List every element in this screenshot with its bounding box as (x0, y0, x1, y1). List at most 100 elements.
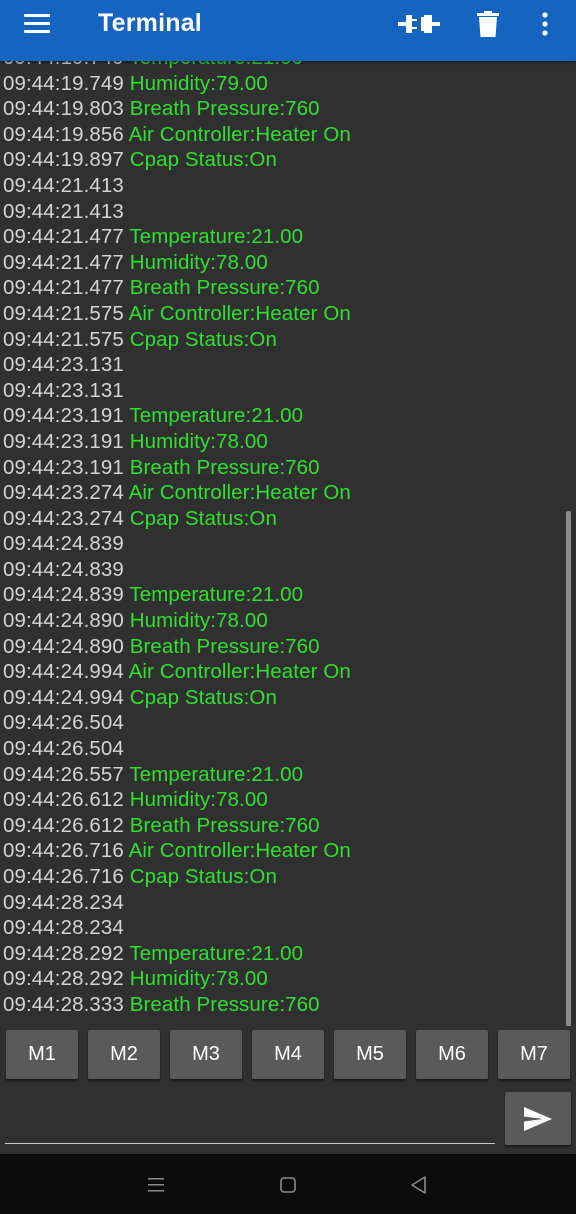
line-message: Cpap Status:On (129, 865, 277, 888)
clear-button[interactable] (466, 6, 510, 42)
page-title: Terminal (98, 9, 202, 37)
terminal-line: 09:44:28.292 Humidity:78.00 (3, 966, 351, 992)
line-timestamp: 09:44:23.274 (3, 481, 124, 505)
terminal-line: 09:44:24.839 Temperature:21.00 (3, 582, 351, 608)
line-timestamp: 09:44:24.994 (3, 685, 124, 709)
macro-button-m3[interactable]: M3 (170, 1030, 242, 1079)
line-timestamp: 09:44:26.612 (3, 788, 124, 812)
macro-button-m4[interactable]: M4 (252, 1030, 324, 1079)
line-timestamp: 09:44:28.333 (3, 992, 124, 1016)
macro-button-m2[interactable]: M2 (88, 1030, 160, 1079)
line-timestamp: 09:44:24.839 (3, 583, 124, 607)
line-message: Air Controller:Heater On (128, 301, 351, 325)
send-input[interactable] (5, 1095, 499, 1145)
connect-button[interactable] (397, 6, 441, 42)
line-timestamp: 09:44:21.477 (3, 276, 124, 300)
line-message: Temperature:21.00 (129, 941, 304, 965)
macro-button-m7[interactable]: M7 (498, 1030, 570, 1079)
line-timestamp: 09:44:23.274 (3, 506, 124, 530)
app-bar: Terminal (0, 0, 576, 61)
terminal-line: 09:44:21.477 Humidity:78.00 (3, 250, 351, 276)
line-message: Breath Pressure:760 (129, 634, 320, 658)
line-message: Temperature:21.00 (129, 762, 304, 786)
line-timestamp: 09:44:24.839 (3, 532, 124, 556)
menu-button[interactable] (18, 12, 58, 44)
terminal-line: 09:44:26.612 Breath Pressure:760 (3, 813, 351, 839)
line-message: Breath Pressure:760 (129, 276, 320, 300)
line-message: Cpap Status:On (129, 685, 277, 709)
back-button[interactable] (406, 1172, 432, 1198)
home-icon (280, 1177, 296, 1193)
line-message: Humidity:78.00 (129, 609, 268, 633)
line-message: Air Controller:Heater On (128, 481, 351, 505)
terminal-line: 09:44:19.749 Temperature:21.00 (3, 61, 351, 71)
recents-icon (148, 1178, 164, 1192)
line-message: Breath Pressure:760 (129, 455, 320, 479)
line-timestamp: 09:44:21.477 (3, 250, 124, 274)
line-timestamp: 09:44:23.131 (3, 378, 124, 402)
line-message: Humidity:78.00 (129, 788, 268, 812)
line-timestamp: 09:44:19.749 (3, 71, 124, 95)
macro-button-m1[interactable]: M1 (6, 1030, 78, 1079)
terminal-line: 09:44:26.557 Temperature:21.00 (3, 762, 351, 788)
macro-button-m5[interactable]: M5 (334, 1030, 406, 1079)
overflow-menu-button[interactable] (523, 6, 567, 42)
line-timestamp: 09:44:28.292 (3, 967, 124, 991)
line-timestamp: 09:44:26.612 (3, 813, 124, 837)
line-message: Temperature:21.00 (129, 61, 303, 69)
macro-button-m6[interactable]: M6 (416, 1030, 488, 1079)
terminal-line: 09:44:24.890 Breath Pressure:760 (3, 634, 351, 660)
line-timestamp: 09:44:21.575 (3, 301, 124, 325)
terminal-line: 09:44:19.856 Air Controller:Heater On (3, 122, 351, 148)
line-timestamp: 09:44:26.557 (3, 762, 124, 786)
terminal-line: 09:44:21.477 Temperature:21.00 (3, 224, 351, 250)
line-timestamp: 09:44:23.191 (3, 404, 124, 428)
terminal-line: 09:44:28.292 Temperature:21.00 (3, 941, 351, 967)
terminal-line: 09:44:28.234 (3, 915, 351, 941)
scrollbar[interactable] (566, 511, 571, 1026)
terminal-line: 09:44:21.575 Air Controller:Heater On (3, 301, 351, 327)
line-timestamp: 09:44:26.504 (3, 737, 124, 761)
line-timestamp: 09:44:23.131 (3, 353, 124, 377)
recents-button[interactable] (143, 1172, 169, 1198)
home-button[interactable] (275, 1172, 301, 1198)
terminal-output[interactable]: 09:44:19.749 Temperature:21.00 09:44:19.… (0, 61, 576, 1026)
terminal-lines: 09:44:19.749 Temperature:21.00 09:44:19.… (3, 61, 351, 1018)
line-message: Humidity:78.00 (129, 250, 268, 274)
line-timestamp: 09:44:28.234 (3, 890, 124, 914)
line-timestamp: 09:44:26.716 (3, 865, 124, 888)
terminal-line: 09:44:21.413 (3, 199, 351, 225)
terminal-line: 09:44:23.191 Temperature:21.00 (3, 403, 351, 429)
terminal-line: 09:44:28.234 (3, 890, 351, 916)
line-timestamp: 09:44:24.994 (3, 660, 124, 684)
line-timestamp: 09:44:23.191 (3, 455, 124, 479)
line-timestamp: 09:44:21.575 (3, 327, 124, 351)
macro-bar: M1 M2 M3 M4 M5 M6 M7 (0, 1030, 576, 1082)
line-timestamp: 09:44:21.477 (3, 225, 124, 249)
line-timestamp: 09:44:28.292 (3, 941, 124, 965)
send-button[interactable] (505, 1092, 571, 1145)
line-timestamp: 09:44:26.504 (3, 711, 124, 735)
terminal-line: 09:44:26.716 Air Controller:Heater On (3, 838, 351, 864)
terminal-line: 09:44:23.274 Cpap Status:On (3, 506, 351, 532)
terminal-line: 09:44:19.803 Breath Pressure:760 (3, 96, 351, 122)
terminal-line: 09:44:21.413 (3, 173, 351, 199)
terminal-line: 09:44:28.333 Breath Pressure:760 (3, 992, 351, 1018)
line-message: Air Controller:Heater On (128, 660, 351, 684)
terminal-line: 09:44:24.839 (3, 557, 351, 583)
terminal-line: 09:44:24.994 Cpap Status:On (3, 685, 351, 711)
terminal-line: 09:44:24.994 Air Controller:Heater On (3, 659, 351, 685)
terminal-line: 09:44:26.504 (3, 710, 351, 736)
line-message: Breath Pressure:760 (129, 992, 320, 1016)
terminal-line: 09:44:24.839 (3, 531, 351, 557)
line-message: Temperature:21.00 (129, 404, 304, 428)
send-input-container (5, 1095, 499, 1145)
line-message: Cpap Status:On (129, 327, 277, 351)
terminal-line: 09:44:23.131 (3, 378, 351, 404)
line-message: Cpap Status:On (129, 148, 277, 172)
line-message: Breath Pressure:760 (129, 813, 320, 837)
line-message: Cpap Status:On (129, 506, 277, 530)
line-timestamp: 09:44:28.234 (3, 916, 124, 940)
terminal-line: 09:44:21.575 Cpap Status:On (3, 327, 351, 353)
terminal-line: 09:44:19.749 Humidity:79.00 (3, 71, 351, 97)
